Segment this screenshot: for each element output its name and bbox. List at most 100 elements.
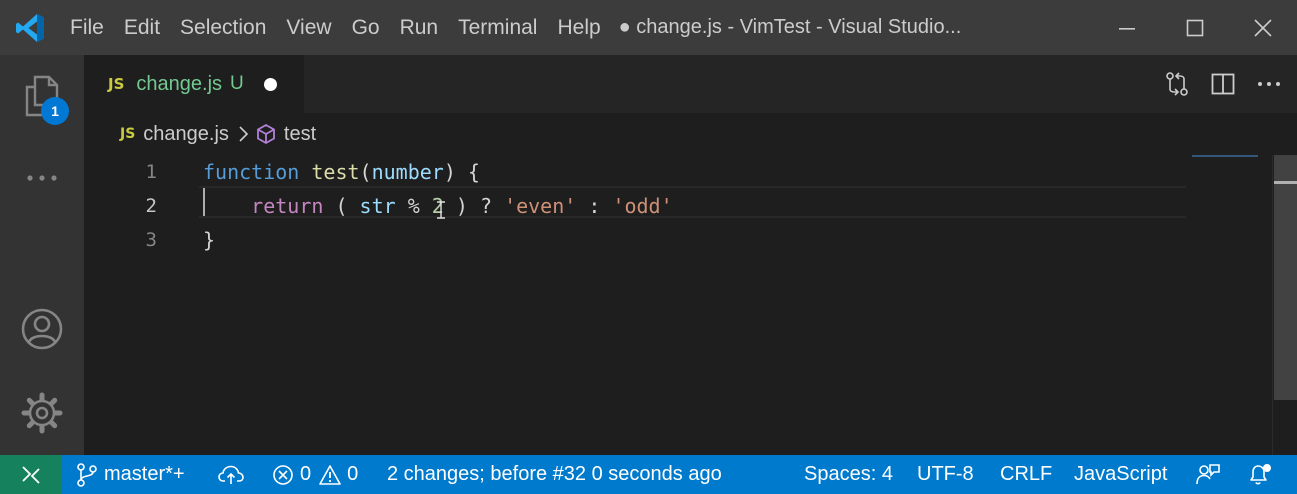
minimize-icon	[1119, 27, 1135, 30]
warning-icon	[319, 464, 341, 485]
encoding-status[interactable]: UTF-8	[917, 455, 974, 494]
code-line-3: }	[203, 223, 673, 257]
unsaved-dot-icon[interactable]	[263, 77, 277, 91]
title-bar: File Edit Selection View Go Run Terminal…	[0, 0, 1297, 55]
problems-status[interactable]: 0 0	[272, 455, 358, 494]
indentation-status[interactable]: Spaces: 4	[804, 455, 893, 494]
menu-help[interactable]: Help	[547, 0, 610, 55]
bell-icon	[1250, 463, 1271, 484]
token-operator: %	[395, 194, 432, 218]
more-actions-button[interactable]	[1253, 68, 1285, 100]
minimap[interactable]	[1192, 155, 1258, 157]
tab-bar: JS change.js U	[84, 55, 1297, 113]
function-symbol-icon	[255, 123, 277, 145]
cursor-ruler-mark	[1274, 181, 1297, 184]
feedback-button[interactable]	[1195, 455, 1227, 494]
token-string: 'even'	[504, 194, 577, 218]
token-punct: (	[359, 160, 372, 184]
javascript-file-icon: JS	[120, 126, 136, 142]
status-bar: master*+ 0 0 2 changes; before #32 0 sec…	[0, 455, 1297, 494]
open-changes-button[interactable]	[1161, 68, 1193, 100]
maximize-icon	[1186, 19, 1204, 36]
tab-git-status: U	[230, 73, 244, 94]
minimize-button[interactable]	[1093, 0, 1161, 55]
language-text: JavaScript	[1074, 463, 1168, 485]
eol-text: CRLF	[1000, 463, 1053, 485]
branch-status[interactable]: master*+	[76, 455, 185, 494]
explorer-badge: 1	[41, 97, 69, 125]
text-cursor	[203, 188, 205, 216]
token-punct: ) ?	[443, 194, 505, 218]
menu-selection[interactable]: Selection	[170, 0, 276, 55]
tab-change-js[interactable]: JS change.js U	[84, 55, 304, 113]
line-number: 3	[145, 229, 157, 251]
changes-status[interactable]: 2 changes; before #32 0 seconds ago	[387, 455, 722, 494]
token-punct: (	[323, 194, 360, 218]
activity-bar: 1	[0, 55, 84, 455]
vertical-scrollbar[interactable]	[1272, 155, 1297, 455]
token-identifier: str	[359, 194, 396, 218]
split-editor-icon	[1211, 73, 1235, 95]
line-number: 1	[145, 161, 157, 183]
error-icon	[273, 464, 293, 485]
changes-text: 2 changes; before #32 0 seconds ago	[387, 463, 722, 485]
accounts-button[interactable]	[0, 305, 84, 353]
warning-count: 0	[347, 463, 359, 485]
line-number-gutter: 1 2 3	[84, 155, 174, 257]
indentation-text: Spaces: 4	[804, 463, 893, 485]
scrollbar-thumb[interactable]	[1274, 155, 1297, 400]
token-punct: }	[203, 228, 216, 252]
menu-view[interactable]: View	[276, 0, 341, 55]
branch-name: master*+	[104, 463, 185, 485]
menu-file[interactable]: File	[60, 0, 114, 55]
sync-button[interactable]	[218, 455, 250, 494]
language-mode-status[interactable]: JavaScript	[1074, 455, 1167, 494]
menu-terminal[interactable]: Terminal	[448, 0, 547, 55]
remote-icon	[22, 465, 40, 484]
code-editor[interactable]: 1 2 3 function test(number) { return ( s…	[84, 155, 1297, 455]
ellipsis-icon	[1258, 82, 1280, 86]
split-editor-button[interactable]	[1207, 68, 1239, 100]
token-punct: ) {	[443, 160, 480, 184]
remote-indicator-button[interactable]	[0, 455, 62, 494]
chevron-right-icon	[237, 125, 249, 143]
token-keyword: function	[203, 160, 300, 184]
ellipsis-icon	[27, 175, 57, 181]
vscode-logo-icon	[0, 0, 60, 55]
error-count: 0	[300, 463, 312, 485]
code-line-1: function test(number) {	[203, 155, 673, 189]
eol-status[interactable]: CRLF	[1000, 455, 1052, 494]
cloud-upload-icon	[218, 465, 244, 484]
encoding-text: UTF-8	[917, 463, 974, 485]
token-function: test	[311, 160, 360, 184]
window-controls	[1093, 0, 1297, 55]
breadcrumb: JS change.js test	[84, 113, 1297, 155]
account-icon	[21, 308, 63, 350]
menu-run[interactable]: Run	[390, 0, 449, 55]
tab-label: change.js	[136, 72, 223, 95]
maximize-button[interactable]	[1161, 0, 1229, 55]
token-keyword: return	[251, 194, 324, 218]
editor-actions	[1161, 55, 1285, 113]
close-button[interactable]	[1229, 0, 1297, 55]
window-title: ● change.js - VimTest - Visual Studio...	[618, 16, 962, 38]
line-number-active: 2	[145, 195, 157, 217]
token-punct: :	[576, 194, 613, 218]
token-param: number	[371, 160, 444, 184]
git-branch-icon	[77, 462, 97, 487]
menu-go[interactable]: Go	[342, 0, 390, 55]
manage-button[interactable]	[0, 389, 84, 437]
vscode-window: File Edit Selection View Go Run Terminal…	[0, 0, 1297, 494]
token-string: 'odd'	[612, 194, 673, 218]
feedback-icon	[1196, 463, 1220, 484]
breadcrumb-symbol[interactable]: test	[284, 123, 316, 146]
ibeam-cursor-icon	[436, 201, 446, 224]
javascript-file-icon: JS	[108, 75, 125, 93]
menu-edit[interactable]: Edit	[114, 0, 170, 55]
compare-changes-icon	[1166, 72, 1188, 96]
more-views-button[interactable]	[0, 163, 84, 193]
menu-bar: File Edit Selection View Go Run Terminal…	[60, 0, 611, 55]
breadcrumb-file[interactable]: change.js	[143, 123, 229, 146]
notifications-button[interactable]	[1247, 455, 1279, 494]
